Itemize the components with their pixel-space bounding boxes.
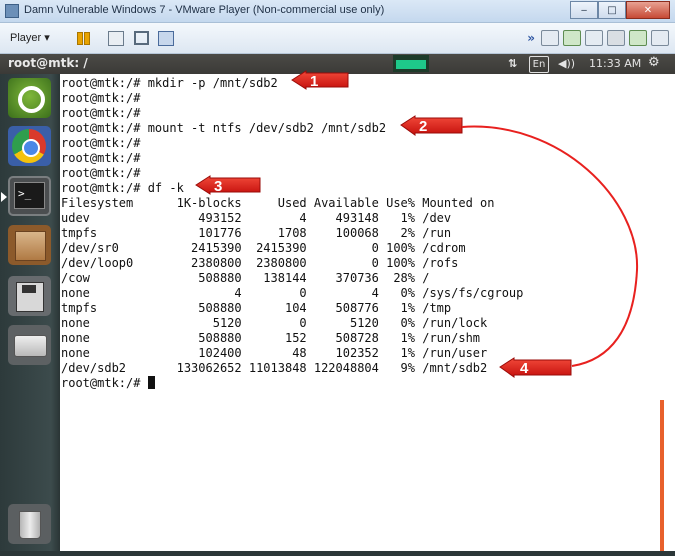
callout-number-3: 3	[214, 178, 222, 195]
callout-arrow-4: 4	[499, 357, 572, 378]
callout-number-2: 2	[419, 118, 427, 135]
callout-arrow-1: 1	[291, 70, 349, 90]
callout-arrow-3: 3	[195, 175, 261, 195]
callout-number-4: 4	[520, 360, 529, 377]
callout-number-1: 1	[310, 73, 318, 90]
callout-arrow-2: 2	[400, 115, 463, 136]
callout-connector	[461, 125, 639, 367]
annotation-overlay: 1 2 3 4	[195, 70, 639, 378]
